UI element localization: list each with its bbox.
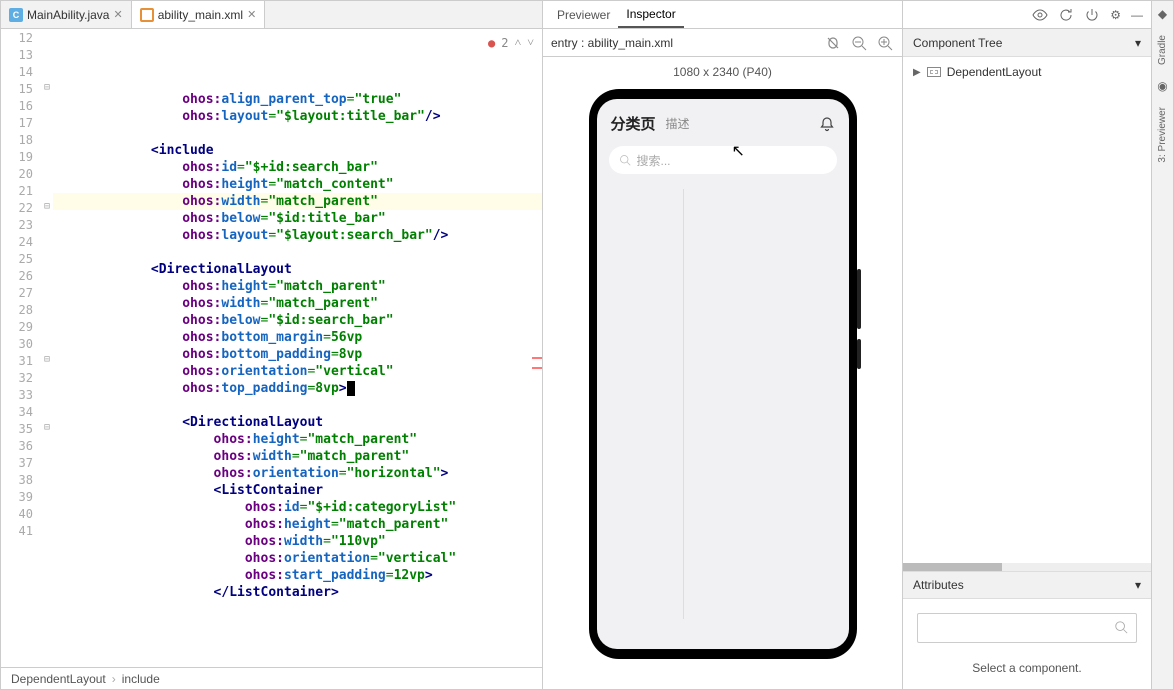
editor-tabs: C MainAbility.java ✕ ability_main.xml ✕ [1,1,542,29]
gradle-tab[interactable]: Gradle [1157,31,1168,69]
app-title: 分类页 [611,113,656,134]
refresh-icon[interactable] [1058,7,1074,23]
tab-xml[interactable]: ability_main.xml ✕ [132,1,266,28]
app-screen[interactable]: 分类页 描述 搜索... ↖ [597,99,849,649]
layout-icon [927,67,941,77]
breadcrumb[interactable]: DependentLayout › include [1,667,542,689]
error-indicator[interactable]: ●2 ˄ ˅ [488,35,534,50]
tab-java[interactable]: C MainAbility.java ✕ [1,1,132,28]
search-input[interactable]: 搜索... [609,146,837,174]
component-tree-header[interactable]: Component Tree ▾ [903,29,1151,57]
device-frame: 分类页 描述 搜索... ↖ [589,89,857,659]
scrollbar[interactable] [903,563,1151,571]
close-icon[interactable]: ✕ [113,8,122,21]
tree-root[interactable]: ▶ DependentLayout [913,65,1141,79]
component-tree[interactable]: ▶ DependentLayout [903,57,1151,87]
tab-java-label: MainAbility.java [27,8,109,22]
tab-previewer[interactable]: Previewer [549,1,618,28]
zoom-in-icon[interactable] [876,34,894,52]
preview-tabs: Previewer Inspector [543,1,902,29]
bug-off-icon[interactable] [824,34,842,52]
caret-right-icon[interactable]: ▶ [913,67,921,78]
java-icon: C [9,8,23,22]
tab-inspector[interactable]: Inspector [618,1,683,28]
chevron-down-icon[interactable]: ▾ [1135,578,1141,592]
right-rail: ◆ Gradle ◉ 3: Previewer [1151,1,1173,689]
gear-icon[interactable]: ⚙ [1110,8,1121,22]
attribute-search[interactable] [917,613,1137,643]
attributes-header[interactable]: Attributes ▾ [903,571,1151,599]
search-icon [1114,620,1128,634]
bell-icon[interactable] [819,116,835,132]
tab-xml-label: ability_main.xml [158,8,243,22]
device-label: 1080 x 2340 (P40) [673,65,772,79]
attributes-empty: Select a component. [972,661,1081,675]
power-icon[interactable] [1084,7,1100,23]
xml-icon [140,8,154,22]
entry-label: entry : ability_main.xml [551,36,673,50]
search-icon [619,154,631,166]
eye-icon[interactable]: ◉ [1157,79,1167,93]
close-icon[interactable]: ✕ [247,8,256,21]
cursor-icon: ↖ [732,141,745,161]
gradle-icon[interactable]: ◆ [1158,7,1167,21]
zoom-out-icon[interactable] [850,34,868,52]
minimize-icon[interactable]: — [1131,8,1143,22]
eye-icon[interactable] [1032,7,1048,23]
previewer-tab[interactable]: 3: Previewer [1157,103,1168,167]
code-editor[interactable]: 1213141516171819202122232425262728293031… [1,29,542,667]
chevron-up-icon[interactable]: ˄ [514,35,521,50]
chevron-down-icon[interactable]: ▾ [1135,36,1141,50]
divider [683,189,684,619]
app-subtitle: 描述 [666,115,690,132]
